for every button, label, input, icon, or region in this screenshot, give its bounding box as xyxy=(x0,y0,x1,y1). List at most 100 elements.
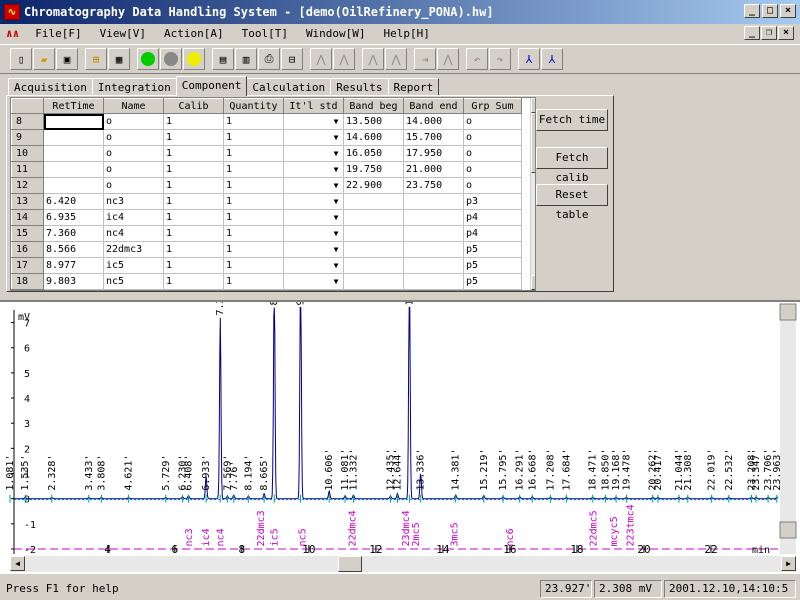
cell-itl-std[interactable]: ▼ xyxy=(283,241,344,258)
cell-grp-sum[interactable]: p5 xyxy=(463,257,522,274)
cell-band-beg[interactable] xyxy=(343,257,404,274)
redo-icon[interactable]: ↷ xyxy=(489,48,511,70)
cell-quantity[interactable]: 1 xyxy=(223,113,284,130)
cell-rettime[interactable]: 6.935 xyxy=(43,209,104,226)
dropdown-arrow-icon[interactable]: ▼ xyxy=(330,132,342,143)
cell-band-beg[interactable] xyxy=(343,225,404,242)
cell-calib[interactable]: 1 xyxy=(163,241,224,258)
dropdown-arrow-icon[interactable]: ▼ xyxy=(330,196,342,207)
menu-tool[interactable]: Tool[T] xyxy=(240,27,290,40)
row-number[interactable]: 12 xyxy=(11,177,44,194)
cell-rettime[interactable]: 8.566 xyxy=(43,241,104,258)
cell-calib[interactable]: 1 xyxy=(163,113,224,130)
scroll-down-icon[interactable]: ▼ xyxy=(531,275,535,290)
cell-name[interactable]: o xyxy=(103,145,164,162)
chromatogram-panel[interactable]: -2-101234567mV1.081'1.535'2.328'3.433'3.… xyxy=(0,300,800,574)
cell-grp-sum[interactable]: o xyxy=(463,113,522,130)
table-row[interactable]: 17 8.977 ic5 1 1 ▼ p5 xyxy=(11,257,522,274)
cell-band-end[interactable]: 17.950 xyxy=(403,145,464,162)
dropdown-arrow-icon[interactable]: ▼ xyxy=(330,260,342,271)
row-number[interactable]: 13 xyxy=(11,193,44,210)
cell-rettime[interactable]: 8.977 xyxy=(43,257,104,274)
cell-calib[interactable]: 1 xyxy=(163,161,224,178)
cell-grp-sum[interactable]: o xyxy=(463,161,522,178)
tab-component[interactable]: Component xyxy=(175,76,248,96)
cell-quantity[interactable]: 1 xyxy=(223,129,284,146)
row-number[interactable]: 16 xyxy=(11,241,44,258)
menu-window[interactable]: Window[W] xyxy=(304,27,368,40)
cell-itl-std[interactable]: ▼ xyxy=(283,225,344,242)
cell-name[interactable]: 22dmc3 xyxy=(103,241,164,258)
cell-band-end[interactable] xyxy=(403,257,464,274)
cell-band-end[interactable] xyxy=(403,209,464,226)
cell-band-beg[interactable] xyxy=(343,241,404,258)
dropdown-arrow-icon[interactable]: ▼ xyxy=(330,148,342,159)
cell-itl-std[interactable]: ▼ xyxy=(283,273,344,290)
cell-name[interactable]: ic4 xyxy=(103,209,164,226)
peak-au-icon[interactable]: ⋀ xyxy=(437,48,459,70)
cell-band-end[interactable]: 15.700 xyxy=(403,129,464,146)
table-row[interactable]: 13 6.420 nc3 1 1 ▼ p3 xyxy=(11,193,522,210)
cell-band-end[interactable]: 23.750 xyxy=(403,177,464,194)
cell-band-end[interactable]: 21.000 xyxy=(403,161,464,178)
cell-quantity[interactable]: 1 xyxy=(223,225,284,242)
menu-file[interactable]: File[F] xyxy=(33,27,83,40)
cell-grp-sum[interactable]: p5 xyxy=(463,273,522,290)
open-folder-icon[interactable]: ▰ xyxy=(33,48,55,70)
dropdown-arrow-icon[interactable]: ▼ xyxy=(330,180,342,191)
cell-itl-std[interactable]: ▼ xyxy=(283,209,344,226)
undo-icon[interactable]: ↶ xyxy=(466,48,488,70)
col-header-grp-sum[interactable]: Grp Sum xyxy=(463,98,522,114)
cell-band-beg[interactable]: 16.050 xyxy=(343,145,404,162)
cell-quantity[interactable]: 1 xyxy=(223,209,284,226)
row-number[interactable]: 11 xyxy=(11,161,44,178)
cell-grp-sum[interactable]: p5 xyxy=(463,241,522,258)
cell-itl-std[interactable]: ▼ xyxy=(283,113,344,130)
cell-grp-sum[interactable]: p3 xyxy=(463,193,522,210)
cell-quantity[interactable]: 1 xyxy=(223,145,284,162)
cell-name[interactable]: nc5 xyxy=(103,273,164,290)
cell-rettime[interactable]: 6.420 xyxy=(43,193,104,210)
table-row[interactable]: 10 o 1 1 ▼ 16.050 17.950 o xyxy=(11,145,522,162)
row-number[interactable]: 18 xyxy=(11,273,44,290)
cell-name[interactable]: o xyxy=(103,113,164,130)
cell-rettime[interactable] xyxy=(43,129,104,146)
table-row[interactable]: 8 o 1 1 ▼ 13.500 14.000 o xyxy=(11,113,522,130)
menu-view[interactable]: View[V] xyxy=(98,27,148,40)
tab-report[interactable]: Report xyxy=(387,78,440,96)
cell-itl-std[interactable]: ▼ xyxy=(283,145,344,162)
cell-calib[interactable]: 1 xyxy=(163,145,224,162)
print-icon[interactable]: ⎙ xyxy=(258,48,280,70)
report-icon[interactable]: ▥ xyxy=(235,48,257,70)
doc-minimize-button[interactable]: _ xyxy=(744,26,760,40)
close-button[interactable]: × xyxy=(780,4,796,18)
cell-band-beg[interactable] xyxy=(343,273,404,290)
cell-grp-sum[interactable]: o xyxy=(463,129,522,146)
h-scroll-thumb[interactable] xyxy=(338,556,362,572)
cell-rettime[interactable] xyxy=(43,113,104,130)
cell-rettime[interactable]: 7.360 xyxy=(43,225,104,242)
chart-horizontal-scrollbar[interactable]: ◀ ▶ xyxy=(10,556,796,572)
cell-band-beg[interactable]: 13.500 xyxy=(343,113,404,130)
cell-band-end[interactable] xyxy=(403,225,464,242)
cell-calib[interactable]: 1 xyxy=(163,273,224,290)
row-number[interactable]: 9 xyxy=(11,129,44,146)
tab-acquisition[interactable]: Acquisition xyxy=(8,78,93,96)
cell-itl-std[interactable]: ▼ xyxy=(283,177,344,194)
cell-quantity[interactable]: 1 xyxy=(223,241,284,258)
table-row[interactable]: 16 8.566 22dmc3 1 1 ▼ p5 xyxy=(11,241,522,258)
person-icon-2[interactable]: ⅄ xyxy=(541,48,563,70)
save-icon[interactable]: ▣ xyxy=(56,48,78,70)
arrow-right-icon[interactable]: ⇥ xyxy=(414,48,436,70)
cell-quantity[interactable]: 1 xyxy=(223,193,284,210)
maximize-button[interactable]: □ xyxy=(762,4,778,18)
row-number[interactable]: 15 xyxy=(11,225,44,242)
row-number[interactable]: 8 xyxy=(11,113,44,130)
cell-grp-sum[interactable]: p4 xyxy=(463,225,522,242)
cell-calib[interactable]: 1 xyxy=(163,257,224,274)
table-row[interactable]: 14 6.935 ic4 1 1 ▼ p4 xyxy=(11,209,522,226)
cell-grp-sum[interactable]: o xyxy=(463,145,522,162)
cell-rettime[interactable] xyxy=(43,177,104,194)
doc-close-button[interactable]: × xyxy=(778,26,794,40)
table-row[interactable]: 15 7.360 nc4 1 1 ▼ p4 xyxy=(11,225,522,242)
